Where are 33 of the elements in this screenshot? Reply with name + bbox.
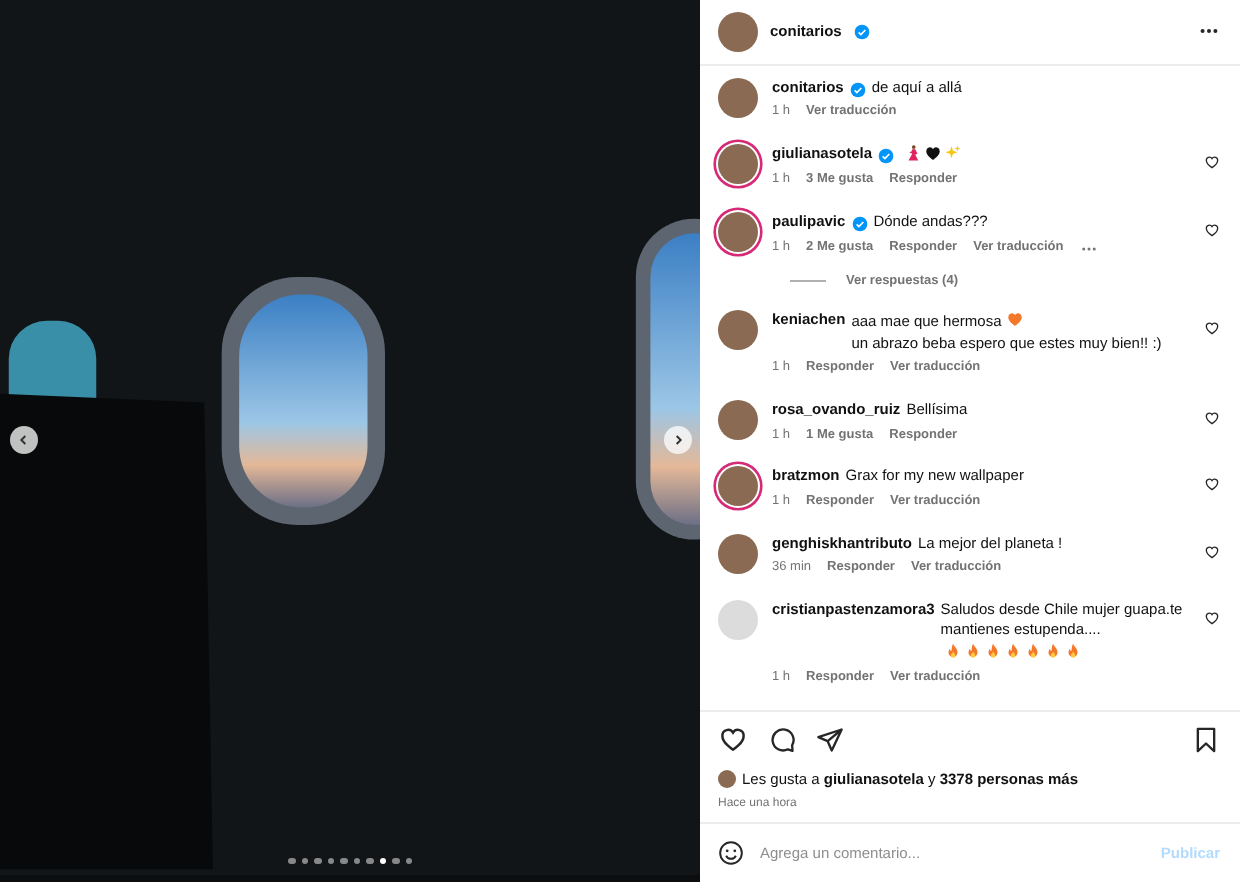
emoji-icon[interactable]: [718, 840, 744, 867]
chevron-left-icon: [16, 432, 32, 448]
carousel-dot[interactable]: [301, 857, 308, 864]
avatar[interactable]: [718, 77, 758, 118]
avatar[interactable]: [718, 466, 758, 507]
chevron-right-icon: [670, 432, 686, 448]
carousel-dot[interactable]: [353, 857, 360, 864]
avatar[interactable]: [718, 212, 758, 253]
avatar[interactable]: [718, 533, 758, 574]
carousel-dot[interactable]: [340, 857, 347, 864]
avatar: [718, 770, 736, 789]
heart-icon[interactable]: [1204, 410, 1220, 427]
carousel-dot[interactable]: [379, 857, 386, 864]
heart-icon[interactable]: [1204, 609, 1220, 626]
heart-icon[interactable]: [1204, 320, 1220, 337]
carousel-dot[interactable]: [405, 857, 412, 864]
heart-icon[interactable]: [1204, 222, 1220, 239]
heart-icon[interactable]: [1204, 153, 1220, 170]
heart-icon[interactable]: [718, 724, 748, 755]
heart-icon[interactable]: [1204, 543, 1220, 560]
carousel-dot[interactable]: [288, 857, 295, 864]
avatar[interactable]: [718, 143, 758, 184]
carousel-dot[interactable]: [392, 857, 399, 864]
carousel-dot[interactable]: [327, 857, 334, 864]
bookmark-icon[interactable]: [1192, 725, 1220, 754]
heart-icon[interactable]: [1204, 476, 1220, 493]
carousel-dot[interactable]: [366, 857, 373, 864]
avatar[interactable]: [718, 310, 758, 351]
comment-icon[interactable]: [768, 725, 796, 754]
avatar[interactable]: [718, 400, 758, 441]
avatar: [718, 11, 758, 52]
carousel-dot[interactable]: [314, 857, 321, 864]
send-icon[interactable]: [816, 725, 844, 754]
